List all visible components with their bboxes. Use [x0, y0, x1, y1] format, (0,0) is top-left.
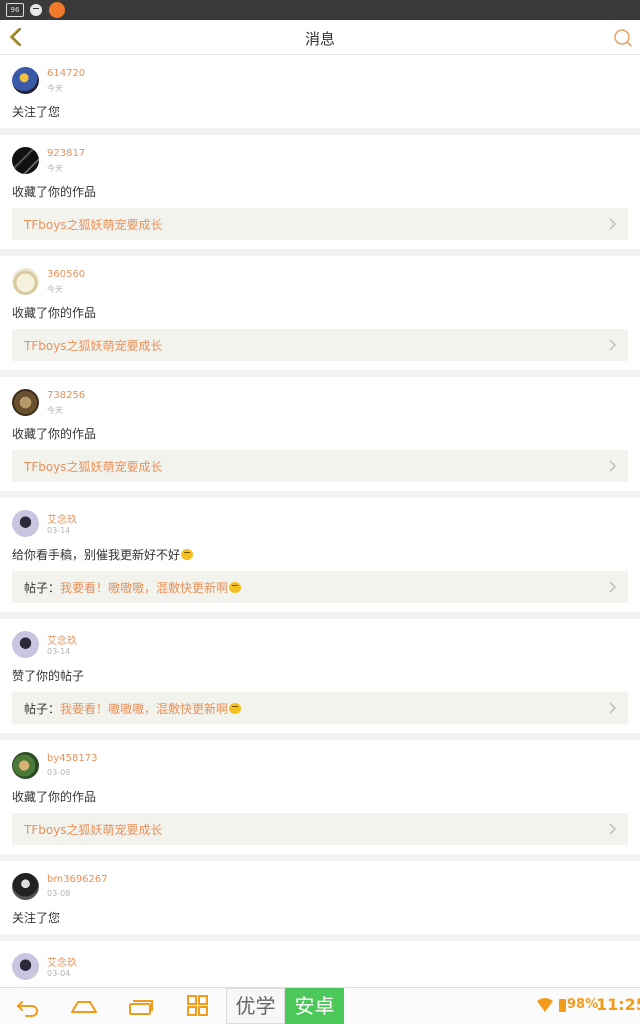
emoji-icon: [229, 703, 242, 714]
message-text: 收藏了你的作品: [12, 185, 97, 199]
avatar[interactable]: [12, 953, 39, 980]
avatar[interactable]: [12, 147, 39, 174]
referenced-post-link[interactable]: 帖子：我要看！嗷嗷嗷，混敷快更新啊: [12, 571, 628, 603]
message-item[interactable]: 艾念玖 03-14 赞了你的帖子 帖子：我要看！嗷嗷嗷，混敷快更新啊: [0, 619, 640, 733]
recent-apps-icon[interactable]: [127, 994, 155, 1018]
avatar[interactable]: [12, 873, 39, 900]
battery-icon: [559, 999, 566, 1012]
referenced-work-link[interactable]: TFboys之狐妖萌宠要成长: [12, 329, 628, 361]
timestamp: 03-08: [47, 889, 71, 898]
chevron-right-icon: [609, 702, 616, 714]
timestamp: 今天: [47, 164, 63, 173]
chevron-right-icon: [609, 339, 616, 351]
clock: 11:25: [596, 995, 640, 1014]
username[interactable]: 614720: [47, 68, 85, 79]
message-list[interactable]: 614720 今天 关注了您 923817 今天 收藏了你的作品 TFboys之…: [0, 55, 640, 987]
avatar[interactable]: [12, 752, 39, 779]
referenced-post-title: 帖子：我要看！嗷嗷嗷，混敷快更新啊: [24, 579, 242, 596]
emoji-icon: [229, 582, 242, 593]
chat-bubble-icon: [30, 4, 42, 16]
avatar[interactable]: [12, 510, 39, 537]
message-item[interactable]: 艾念玖 03-04: [0, 941, 640, 987]
notification-badge-icon: 96: [6, 3, 24, 17]
username[interactable]: by458173: [47, 753, 97, 764]
referenced-post-title: 帖子：我要看！嗷嗷嗷，混敷快更新啊: [24, 700, 242, 717]
avatar[interactable]: [12, 389, 39, 416]
app-notification-icon: [49, 2, 65, 18]
referenced-work-title: TFboys之狐妖萌宠要成长: [24, 218, 163, 232]
message-text: 关注了您: [12, 911, 61, 925]
message-text: 关注了您: [12, 105, 61, 119]
chevron-right-icon: [609, 218, 616, 230]
username[interactable]: 艾念玖: [47, 954, 77, 969]
referenced-work-link[interactable]: TFboys之狐妖萌宠要成长: [12, 813, 628, 845]
timestamp: 今天: [47, 406, 63, 415]
message-item[interactable]: bm3696267 03-08 关注了您: [0, 861, 640, 934]
brand-logo-left: 优学: [226, 988, 285, 1024]
timestamp: 今天: [47, 285, 63, 294]
timestamp: 03-04: [47, 969, 71, 978]
username[interactable]: 艾念玖: [47, 632, 77, 647]
message-text: 收藏了你的作品: [12, 427, 97, 441]
timestamp: 今天: [47, 84, 63, 93]
message-item[interactable]: 923817 今天 收藏了你的作品 TFboys之狐妖萌宠要成长: [0, 135, 640, 249]
username[interactable]: 923817: [47, 148, 85, 159]
timestamp: 03-14: [47, 647, 71, 656]
referenced-work-link[interactable]: TFboys之狐妖萌宠要成长: [12, 450, 628, 482]
username[interactable]: 艾念玖: [47, 511, 77, 526]
message-item[interactable]: 614720 今天 关注了您: [0, 55, 640, 128]
message-item[interactable]: by458173 03-09 收藏了你的作品 TFboys之狐妖萌宠要成长: [0, 740, 640, 854]
system-navigation-bar: 优学 安卓 98% 11:25: [0, 987, 640, 1024]
search-icon[interactable]: [612, 27, 634, 49]
wifi-icon: [537, 998, 553, 1012]
header-bar: 消息: [0, 20, 640, 55]
battery-level: 98%: [567, 997, 599, 1012]
chevron-right-icon: [609, 823, 616, 835]
message-text: 给你看手稿，别催我更新好不好: [12, 546, 194, 563]
message-text: 赞了你的帖子: [12, 669, 85, 683]
avatar[interactable]: [12, 631, 39, 658]
brand-logo-right: 安卓: [285, 988, 344, 1024]
message-text: 收藏了你的作品: [12, 790, 97, 804]
back-icon[interactable]: [14, 994, 42, 1018]
chevron-right-icon: [609, 460, 616, 472]
referenced-post-link[interactable]: 帖子：我要看！嗷嗷嗷，混敷快更新啊: [12, 692, 628, 724]
message-text: 收藏了你的作品: [12, 306, 97, 320]
referenced-work-link[interactable]: TFboys之狐妖萌宠要成长: [12, 208, 628, 240]
timestamp: 03-09: [47, 768, 71, 777]
avatar[interactable]: [12, 268, 39, 295]
avatar[interactable]: [12, 67, 39, 94]
message-item[interactable]: 738256 今天 收藏了你的作品 TFboys之狐妖萌宠要成长: [0, 377, 640, 491]
home-icon[interactable]: [70, 994, 98, 1018]
page-title: 消息: [304, 30, 335, 48]
timestamp: 03-14: [47, 526, 71, 535]
emoji-icon: [181, 549, 194, 560]
message-item[interactable]: 艾念玖 03-14 给你看手稿，别催我更新好不好 帖子：我要看！嗷嗷嗷，混敷快更…: [0, 498, 640, 612]
chevron-right-icon: [609, 581, 616, 593]
apps-grid-icon[interactable]: [184, 994, 212, 1018]
username[interactable]: bm3696267: [47, 874, 108, 885]
referenced-work-title: TFboys之狐妖萌宠要成长: [24, 339, 163, 353]
referenced-work-title: TFboys之狐妖萌宠要成长: [24, 823, 163, 837]
status-bar: 96: [0, 0, 640, 20]
referenced-work-title: TFboys之狐妖萌宠要成长: [24, 460, 163, 474]
username[interactable]: 738256: [47, 390, 85, 401]
message-item[interactable]: 360560 今天 收藏了你的作品 TFboys之狐妖萌宠要成长: [0, 256, 640, 370]
username[interactable]: 360560: [47, 269, 85, 280]
